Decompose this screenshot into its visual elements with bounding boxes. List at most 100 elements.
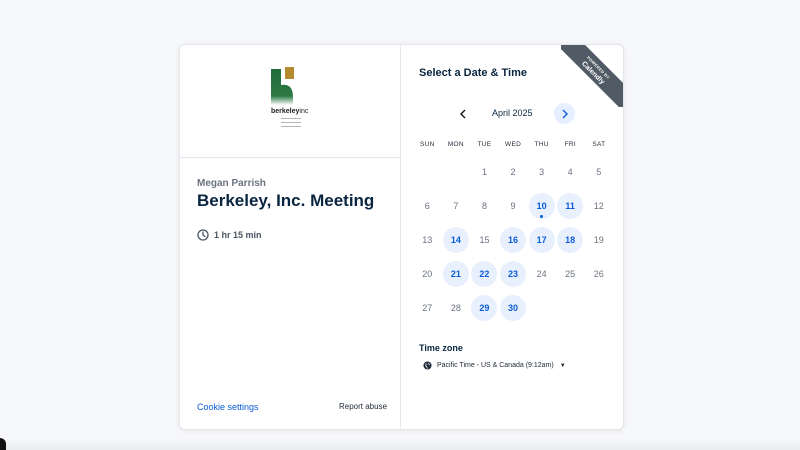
day-number: 20 — [422, 269, 433, 279]
day-number: 23 — [500, 261, 527, 287]
calendar-week: 6 7 8 9 10 11 12 — [413, 189, 613, 223]
day-19: 19 — [584, 223, 613, 257]
day-number: 7 — [453, 201, 459, 211]
day-number: 29 — [471, 295, 498, 321]
day-number: 3 — [539, 167, 545, 177]
day-number: 5 — [596, 167, 602, 177]
day-9: 9 — [499, 189, 528, 223]
day-number: 25 — [565, 269, 576, 279]
ribbon-brand-text: Calendly — [580, 60, 606, 86]
empty-day — [584, 291, 613, 325]
day-number: 18 — [557, 227, 584, 253]
weekday-tue: TUE — [477, 141, 492, 148]
timezone-dropdown[interactable]: Pacific Time - US & Canada (9:12am) ▼ — [423, 361, 566, 370]
calendar-week: 27 28 29 30 — [413, 291, 613, 325]
day-6: 6 — [413, 189, 442, 223]
day-18[interactable]: 18 — [556, 223, 585, 257]
day-number: 11 — [557, 193, 584, 219]
day-number: 28 — [450, 303, 461, 313]
day-number: 15 — [479, 235, 490, 245]
host-name: Megan Parrish — [197, 178, 266, 189]
day-number: 2 — [510, 167, 516, 177]
logo-wordmark: berkeleyinc — [271, 108, 308, 115]
day-24: 24 — [527, 257, 556, 291]
day-13: 13 — [413, 223, 442, 257]
calendar-week: 20 21 22 23 24 25 26 — [413, 257, 613, 291]
page-bottom-shadow — [0, 438, 800, 450]
timezone-label: Time zone — [419, 343, 463, 353]
calendar-grid: 1 2 3 4 5 6 7 8 9 10 11 12 13 14 15 16 17 18 19 20 21 22 23 24 2… — [413, 155, 613, 325]
empty-day — [556, 291, 585, 325]
day-number: 22 — [471, 261, 498, 287]
day-number: 16 — [500, 227, 527, 253]
current-month: April 2025 — [492, 108, 533, 118]
chevron-right-icon — [562, 109, 568, 118]
day-28: 28 — [442, 291, 471, 325]
day-30[interactable]: 30 — [499, 291, 528, 325]
day-27: 27 — [413, 291, 442, 325]
day-11[interactable]: 11 — [556, 189, 585, 223]
day-21[interactable]: 21 — [442, 257, 471, 291]
prev-month-button[interactable] — [454, 105, 472, 123]
day-7: 7 — [442, 189, 471, 223]
powered-by-calendly-ribbon[interactable]: POWERED BY Calendly — [561, 45, 623, 107]
logo-area: berkeleyinc — [180, 45, 400, 158]
day-number: 13 — [422, 235, 433, 245]
day-29[interactable]: 29 — [470, 291, 499, 325]
clock-icon — [197, 229, 209, 241]
day-number: 1 — [481, 167, 487, 177]
event-duration: 1 hr 15 min — [197, 229, 262, 241]
next-month-button[interactable] — [554, 103, 575, 124]
day-26: 26 — [584, 257, 613, 291]
day-4: 4 — [556, 155, 585, 189]
day-5: 5 — [584, 155, 613, 189]
day-number: 26 — [593, 269, 604, 279]
weekday-fri: FRI — [564, 141, 576, 148]
day-10[interactable]: 10 — [527, 189, 556, 223]
ribbon-band: POWERED BY Calendly — [561, 45, 623, 107]
calendar-week: 13 14 15 16 17 18 19 — [413, 223, 613, 257]
empty-day — [413, 155, 442, 189]
day-number: 21 — [442, 261, 469, 287]
day-8: 8 — [470, 189, 499, 223]
event-title: Berkeley, Inc. Meeting — [197, 191, 375, 210]
day-number: 6 — [424, 201, 430, 211]
day-3: 3 — [527, 155, 556, 189]
day-14[interactable]: 14 — [442, 223, 471, 257]
weekday-sat: SAT — [592, 141, 606, 148]
weekday-mon: MON — [447, 141, 464, 148]
logo-tagline-lines — [281, 118, 301, 130]
day-number: 8 — [481, 201, 487, 211]
select-date-heading: Select a Date & Time — [419, 67, 528, 79]
report-abuse-link[interactable]: Report abuse — [339, 402, 387, 411]
day-number: 24 — [536, 269, 547, 279]
duration-text: 1 hr 15 min — [214, 230, 262, 240]
logo-name: berkeley — [271, 108, 300, 115]
chevron-left-icon — [460, 109, 466, 119]
day-number: 9 — [510, 201, 516, 211]
day-number: 19 — [593, 235, 604, 245]
timezone-value: Pacific Time - US & Canada (9:12am) — [437, 362, 554, 369]
day-23[interactable]: 23 — [499, 257, 528, 291]
event-details-panel: berkeleyinc Megan Parrish Berkeley, Inc.… — [180, 45, 401, 429]
weekday-header: SUN MON TUE WED THU FRI SAT — [413, 141, 613, 148]
weekday-sun: SUN — [419, 141, 435, 148]
weekday-wed: WED — [505, 141, 522, 148]
empty-day — [527, 291, 556, 325]
day-22[interactable]: 22 — [470, 257, 499, 291]
day-2: 2 — [499, 155, 528, 189]
globe-icon — [423, 361, 432, 370]
day-12: 12 — [584, 189, 613, 223]
empty-day — [442, 155, 471, 189]
day-16[interactable]: 16 — [499, 223, 528, 257]
logo-suffix: inc — [299, 108, 309, 115]
weekday-thu: THU — [534, 141, 549, 148]
day-25: 25 — [556, 257, 585, 291]
calendar-week: 1 2 3 4 5 — [413, 155, 613, 189]
day-1: 1 — [470, 155, 499, 189]
day-number: 17 — [528, 227, 555, 253]
caret-down-icon: ▼ — [559, 362, 566, 369]
cookie-settings-link[interactable]: Cookie settings — [197, 402, 259, 412]
day-17[interactable]: 17 — [527, 223, 556, 257]
day-number: 27 — [422, 303, 433, 313]
